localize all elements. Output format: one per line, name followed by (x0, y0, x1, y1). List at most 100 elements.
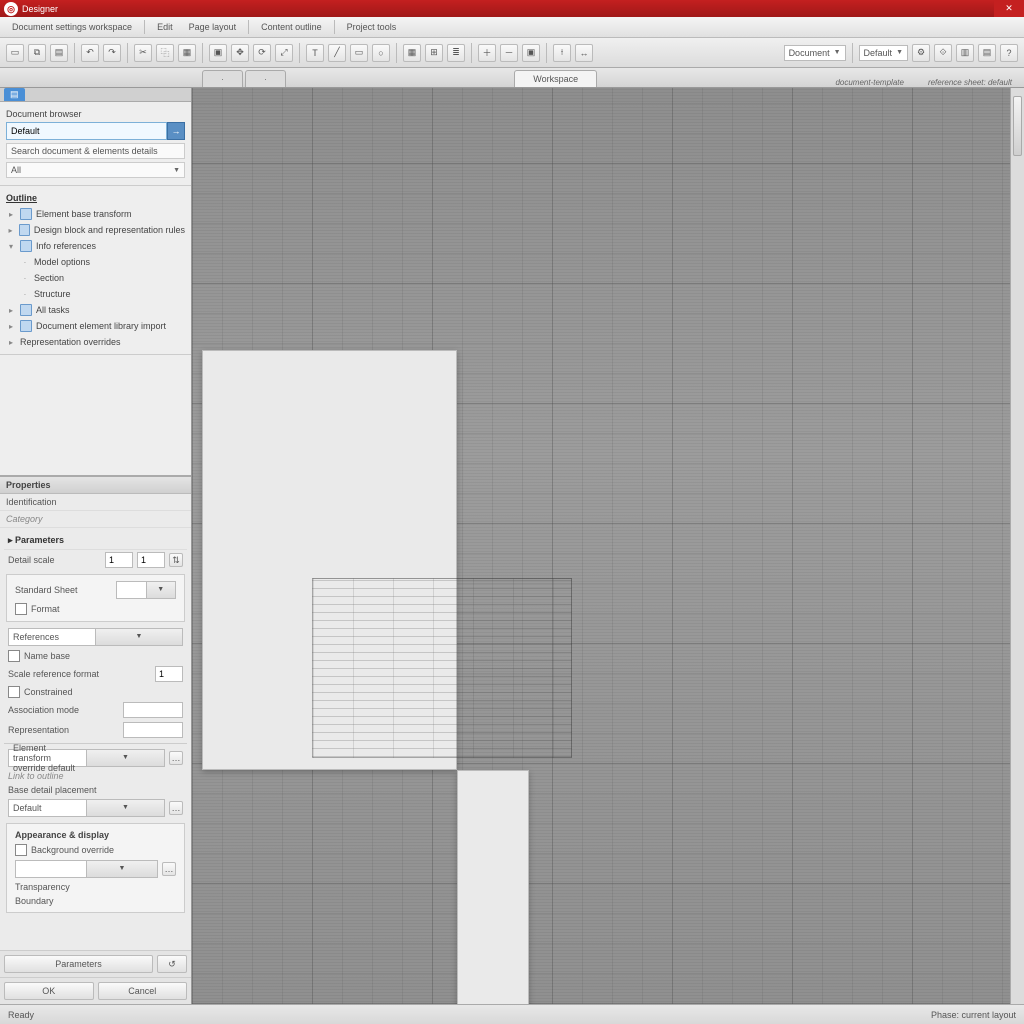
outline-item[interactable]: ·Model options (6, 254, 185, 270)
tool-measure-icon[interactable]: ⟊ (553, 44, 571, 62)
prop-detail-dropdown[interactable]: Default▼ (8, 799, 165, 817)
application-window: ◎ Designer ✕ Document settings workspace… (0, 0, 1024, 1024)
properties-panel: Properties Identification Category ▸ Par… (0, 475, 191, 1004)
canvas-plan-object[interactable] (312, 578, 572, 758)
prop-assoc2-input[interactable] (123, 722, 183, 738)
tool-redo-icon[interactable]: ↷ (103, 44, 121, 62)
menu-edit[interactable]: Edit (153, 20, 177, 34)
tool-move-icon[interactable]: ✥ (231, 44, 249, 62)
prop-name-checkbox[interactable] (8, 650, 20, 662)
browser-search-input[interactable] (6, 122, 167, 140)
prop-reset-button[interactable]: ↺ (157, 955, 187, 973)
scrollbar-thumb[interactable] (1013, 96, 1022, 156)
outline-item[interactable]: ▸Representation overrides (6, 334, 185, 350)
view-tab-2[interactable]: · (245, 70, 286, 87)
tool-filter-icon[interactable]: ⟐ (934, 44, 952, 62)
prop-scale-stepper-icon[interactable]: ⇅ (169, 553, 183, 567)
tool-dimension-icon[interactable]: ↔ (575, 44, 593, 62)
browser-tab-icon[interactable]: ▤ (4, 88, 25, 101)
outline-item[interactable]: ▾Info references (6, 238, 185, 254)
prop-scale-input-2[interactable] (137, 552, 165, 568)
outline-item[interactable]: ▸Design block and representation rules (6, 222, 185, 238)
tool-new-icon[interactable]: ▭ (6, 44, 24, 62)
tool-layers-icon[interactable]: ≣ (447, 44, 465, 62)
prop-standard-dropdown[interactable]: ▼ (116, 581, 176, 599)
doc-info-sheet: reference sheet: default (916, 78, 1024, 87)
browser-search-button[interactable]: → (167, 122, 185, 140)
browser-filter-row: Search document & elements details (6, 143, 185, 159)
canvas-vertical-scrollbar[interactable] (1010, 88, 1024, 1004)
window-close-button[interactable]: ✕ (994, 0, 1024, 17)
menu-document[interactable]: Document settings workspace (8, 20, 136, 34)
view-tab-1[interactable]: · (202, 70, 243, 87)
prop-transform-more-icon[interactable]: … (169, 751, 183, 765)
tool-save-icon[interactable]: ▤ (50, 44, 68, 62)
prop-adv-dropdown[interactable]: ▼ (15, 860, 158, 878)
browser-section: ▤ Document browser → Search document & e… (0, 88, 191, 186)
doc-info-template: document-template (823, 78, 915, 87)
prop-apply-button[interactable]: Parameters (4, 955, 153, 973)
tool-line-icon[interactable]: ╱ (328, 44, 346, 62)
outline-item[interactable]: ·Structure (6, 286, 185, 302)
menu-content-outline[interactable]: Content outline (257, 20, 326, 34)
tool-rotate-icon[interactable]: ⟳ (253, 44, 271, 62)
tool-zoom-out-icon[interactable]: － (500, 44, 518, 62)
tool-scale-icon[interactable]: ⤢ (275, 44, 293, 62)
app-logo-icon: ◎ (4, 2, 18, 16)
tool-text-icon[interactable]: T (306, 44, 324, 62)
prop-group-parameters[interactable]: ▸ Parameters (4, 532, 187, 550)
menu-project-tools[interactable]: Project tools (343, 20, 401, 34)
tool-select-icon[interactable]: ▣ (209, 44, 227, 62)
doc-icon (20, 208, 32, 220)
prop-wherefrom-dropdown[interactable]: References▼ (8, 628, 183, 646)
tool-grid-icon[interactable]: ▦ (403, 44, 421, 62)
doc-icon (19, 224, 30, 236)
toolbar-combo-style[interactable]: Default▼ (859, 45, 908, 61)
outline-section: Outline ▸Element base transform ▸Design … (0, 186, 191, 355)
status-ready: Ready (8, 1010, 34, 1020)
tool-cut-icon[interactable]: ✂ (134, 44, 152, 62)
properties-body: ▸ Parameters Detail scale ⇅ Standard She… (0, 528, 191, 950)
prop-advanced-header: Appearance & display (11, 828, 180, 842)
tool-circle-icon[interactable]: ○ (372, 44, 390, 62)
prop-constrained-label: Constrained (24, 687, 183, 697)
prop-transform-dropdown[interactable]: Element transform override default▼ (8, 749, 165, 767)
prop-format-checkbox[interactable] (15, 603, 27, 615)
tool-view-2-icon[interactable]: ▤ (978, 44, 996, 62)
prop-scale-input-1[interactable] (105, 552, 133, 568)
prop-detail-more-icon[interactable]: … (169, 801, 183, 815)
tool-rect-icon[interactable]: ▭ (350, 44, 368, 62)
tool-settings-icon[interactable]: ⚙ (912, 44, 930, 62)
tool-zoom-in-icon[interactable]: ＋ (478, 44, 496, 62)
prop-constrained-checkbox[interactable] (8, 686, 20, 698)
tool-view-1-icon[interactable]: ▥ (956, 44, 974, 62)
prop-adv-more-icon[interactable]: … (162, 862, 176, 876)
prop-standard-label: Standard Sheet (15, 585, 112, 595)
browser-filter-field[interactable]: All▼ (6, 162, 185, 178)
toolbar-combo-document[interactable]: Document▼ (784, 45, 846, 61)
tool-help-icon[interactable]: ? (1000, 44, 1018, 62)
tool-undo-icon[interactable]: ↶ (81, 44, 99, 62)
drawing-canvas[interactable] (192, 88, 1024, 1004)
canvas-sheet-2[interactable] (457, 770, 529, 1004)
view-tab-active[interactable]: Workspace (514, 70, 597, 87)
tool-fit-icon[interactable]: ▣ (522, 44, 540, 62)
menu-page-layout[interactable]: Page layout (185, 20, 241, 34)
tool-open-icon[interactable]: ⧉ (28, 44, 46, 62)
prop-assoc1-input[interactable] (123, 702, 183, 718)
outline-item[interactable]: ·Section (6, 270, 185, 286)
outline-item[interactable]: ▸Element base transform (6, 206, 185, 222)
outline-item[interactable]: ▸All tasks (6, 302, 185, 318)
tool-copy-icon[interactable]: ⿻ (156, 44, 174, 62)
prop-size-input[interactable] (155, 666, 183, 682)
prop-ok-button[interactable]: OK (4, 982, 94, 1000)
prop-row-scale: Detail scale ⇅ (4, 550, 187, 570)
prop-adv1-checkbox[interactable] (15, 844, 27, 856)
tool-snap-icon[interactable]: ⊞ (425, 44, 443, 62)
left-panel: ▤ Document browser → Search document & e… (0, 88, 192, 1004)
tool-paste-icon[interactable]: ▦ (178, 44, 196, 62)
properties-category-label: Category (0, 511, 191, 528)
outline-item[interactable]: ▸Document element library import (6, 318, 185, 334)
prop-cancel-button[interactable]: Cancel (98, 982, 188, 1000)
main-area: ▤ Document browser → Search document & e… (0, 88, 1024, 1004)
